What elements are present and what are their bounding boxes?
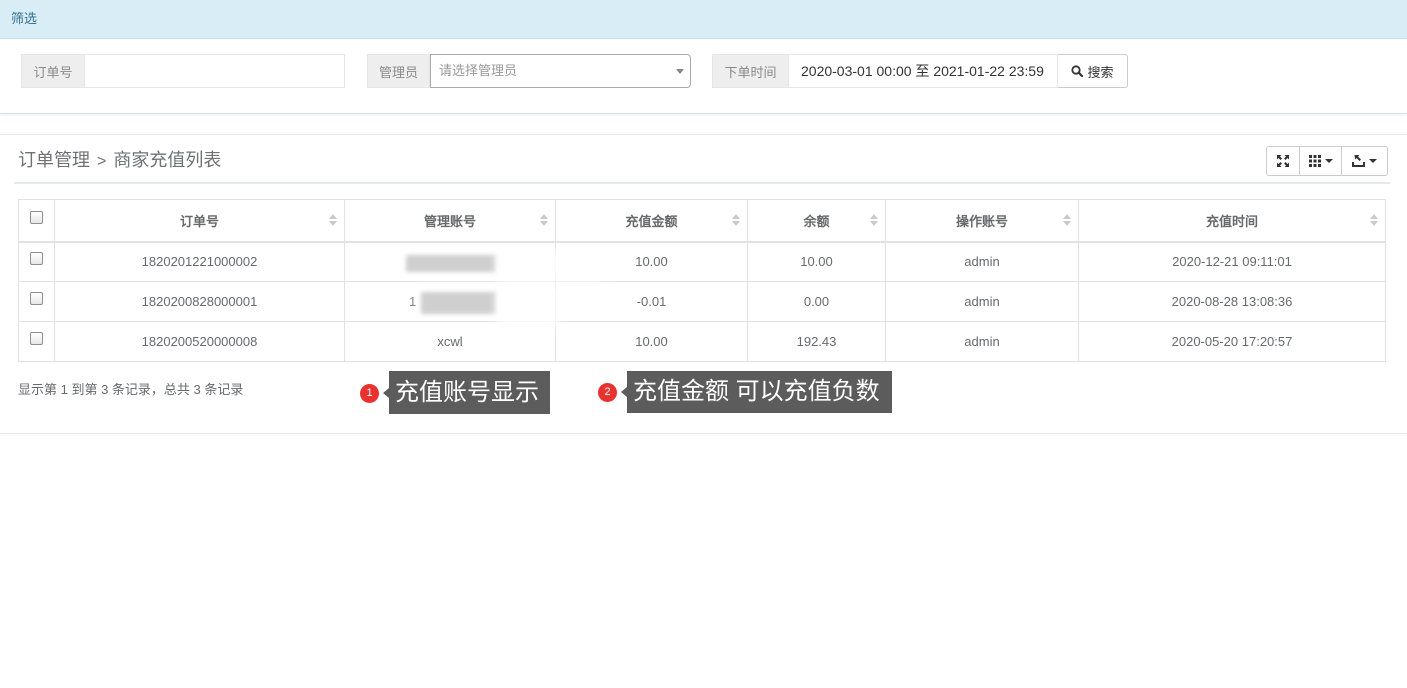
annotation-callout: 充值金额 可以充值负数 <box>627 371 892 413</box>
column-header-label: 订单号 <box>179 213 219 229</box>
account-cell: xcwl <box>344 321 556 362</box>
filter-panel-body: 订单号 管理员 请选择管理员 下单时间 搜索 <box>0 39 1407 114</box>
time-cell: 2020-12-21 09:11:01 <box>1078 241 1386 282</box>
column-header-label: 操作账号 <box>955 213 1008 229</box>
table-toolbar <box>1266 146 1388 176</box>
row-checkbox[interactable] <box>30 332 43 346</box>
recharge-table: 订单号 管理账号 充值金额 余额 操作账号 充值时间 1820201221000… <box>18 199 1386 362</box>
sort-icon <box>870 214 878 227</box>
annotation-badge: 1 <box>360 384 379 403</box>
breadcrumb-parent: 订单管理 <box>18 150 90 170</box>
admin-select-placeholder: 请选择管理员 <box>439 63 518 78</box>
export-button[interactable] <box>1342 146 1388 176</box>
caret-down-icon <box>1369 159 1377 163</box>
breadcrumb-current: 商家充值列表 <box>113 150 222 170</box>
sort-icon <box>329 214 337 227</box>
column-header-order-no[interactable]: 订单号 <box>54 199 345 243</box>
balance-cell: 192.43 <box>747 321 886 362</box>
table-row: 1820201221000002 10.00 10.00 admin 2020-… <box>18 241 1386 282</box>
column-header-operator[interactable]: 操作账号 <box>885 199 1079 243</box>
export-icon <box>1352 155 1365 167</box>
operator-cell: admin <box>885 241 1079 282</box>
order-no-cell: 1820200828000001 <box>54 281 345 322</box>
row-select-cell <box>18 241 55 282</box>
column-header-balance[interactable]: 余额 <box>747 199 886 243</box>
sort-icon <box>540 214 548 227</box>
sort-icon <box>1370 214 1378 227</box>
select-all-cell <box>18 199 55 243</box>
row-select-cell <box>18 321 55 362</box>
pagination-info: 显示第 1 到第 3 条记录，总共 3 条记录 <box>18 382 244 397</box>
column-header-time[interactable]: 充值时间 <box>1078 199 1386 243</box>
redaction-blur <box>421 292 496 314</box>
table-row: 1820200520000008 xcwl 10.00 192.43 admin… <box>18 321 1386 362</box>
amount-cell: -0.01 <box>555 281 748 322</box>
redaction-smear <box>497 287 559 327</box>
filter-panel-heading: 筛选 <box>0 0 1407 39</box>
balance-cell: 10.00 <box>747 241 886 282</box>
select-all-checkbox[interactable] <box>30 210 43 224</box>
order-no-input[interactable] <box>85 54 345 88</box>
order-time-filter: 下单时间 搜索 <box>712 54 1128 88</box>
row-select-cell <box>18 281 55 322</box>
balance-cell: 0.00 <box>747 281 886 322</box>
search-button-label: 搜索 <box>1087 64 1114 80</box>
order-no-filter: 订单号 <box>21 54 345 88</box>
redaction-smear <box>497 252 603 282</box>
sort-icon <box>732 214 740 227</box>
order-time-label: 下单时间 <box>712 54 789 88</box>
time-cell: 2020-05-20 17:20:57 <box>1078 321 1386 362</box>
column-header-label: 充值时间 <box>1205 213 1258 229</box>
column-header-amount[interactable]: 充值金额 <box>555 199 748 243</box>
redaction-blur <box>406 254 496 272</box>
table-row: 1820200828000001 1 -0.01 0.00 admin 2020… <box>18 281 1386 322</box>
annotation-badge: 2 <box>598 383 617 402</box>
search-button[interactable]: 搜索 <box>1058 54 1128 88</box>
order-no-label: 订单号 <box>21 54 85 88</box>
order-no-cell: 1820200520000008 <box>54 321 345 362</box>
fullscreen-icon <box>1277 155 1289 167</box>
search-icon <box>1071 65 1084 77</box>
operator-cell: admin <box>885 321 1079 362</box>
admin-select[interactable]: 请选择管理员 <box>430 54 691 88</box>
columns-toggle-button[interactable] <box>1300 146 1342 176</box>
columns-icon <box>1308 155 1321 167</box>
time-cell: 2020-08-28 13:08:36 <box>1078 281 1386 322</box>
row-checkbox[interactable] <box>30 252 43 266</box>
column-header-label: 充值金额 <box>625 213 678 229</box>
admin-label: 管理员 <box>367 54 430 88</box>
order-time-range-input[interactable] <box>789 54 1058 88</box>
row-checkbox[interactable] <box>30 292 43 306</box>
fullscreen-button[interactable] <box>1266 146 1300 176</box>
column-header-account[interactable]: 管理账号 <box>344 199 556 243</box>
amount-cell: 10.00 <box>555 321 748 362</box>
header-divider <box>14 182 1390 184</box>
column-header-label: 余额 <box>803 213 830 229</box>
breadcrumb: 订单管理 > 商家充值列表 <box>18 150 221 172</box>
admin-filter: 管理员 请选择管理员 <box>367 54 691 88</box>
sort-icon <box>1063 214 1071 227</box>
filter-panel-title: 筛选 <box>11 11 38 26</box>
chevron-down-icon <box>676 69 684 74</box>
breadcrumb-separator: > <box>97 153 107 170</box>
account-text: 1 <box>409 294 417 309</box>
annotation-callout: 充值账号显示 <box>389 371 550 414</box>
column-header-label: 管理账号 <box>423 213 476 229</box>
operator-cell: admin <box>885 281 1079 322</box>
table-header-row: 订单号 管理账号 充值金额 余额 操作账号 充值时间 <box>18 199 1386 243</box>
caret-down-icon <box>1324 159 1333 163</box>
order-no-cell: 1820201221000002 <box>54 241 345 282</box>
